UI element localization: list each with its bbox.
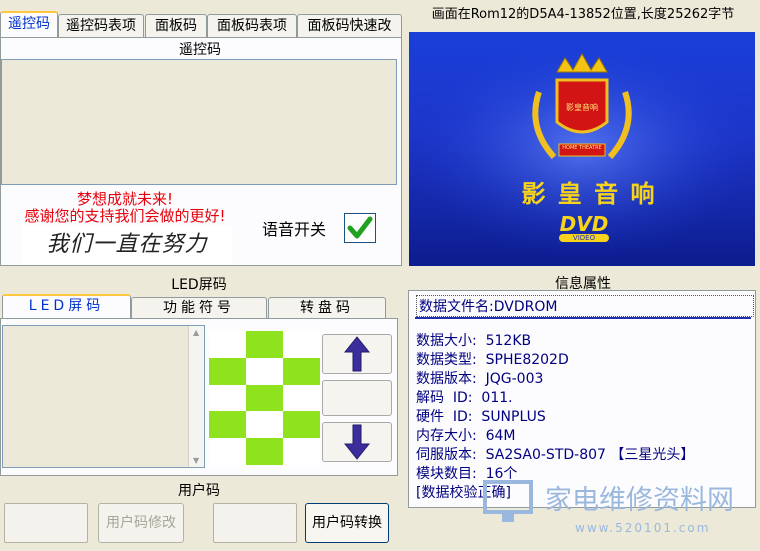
led-code-list[interactable] <box>2 325 205 468</box>
info-row: 数据版本: JQG-003 <box>416 371 544 387</box>
dvd-logo: DVD <box>559 212 609 236</box>
voice-switch-checkbox[interactable] <box>344 213 376 243</box>
checkmark-icon <box>347 216 373 239</box>
signature-image: 我们一直在努力 <box>22 226 232 264</box>
info-row: 数据类型: SPHE8202D <box>416 352 569 368</box>
monitor-watermark-icon <box>483 480 533 522</box>
led-list-scrollbar[interactable]: ▲ ▼ <box>188 326 204 467</box>
scroll-down-icon[interactable]: ▼ <box>193 456 199 465</box>
brand-name: 影 皇 音 响 <box>521 180 657 208</box>
user-group-title: 用户码 <box>178 483 220 499</box>
down-arrow-icon <box>344 424 370 460</box>
user-code-convert-button[interactable]: 用户码转换 <box>305 503 389 543</box>
led-segment-cell[interactable] <box>209 411 246 439</box>
user-code-new-input[interactable] <box>213 503 297 543</box>
remote-group-title: 遥控码 <box>179 42 221 58</box>
led-segment-cell[interactable] <box>209 438 246 465</box>
led-segment-grid[interactable] <box>209 331 320 465</box>
led-segment-cell[interactable] <box>246 331 283 358</box>
remote-code-area[interactable] <box>1 59 397 185</box>
user-code-modify-button[interactable]: 用户码修改 <box>98 503 184 543</box>
led-segment-cell[interactable] <box>246 411 283 439</box>
info-row: 硬件 ID: SUNPLUS <box>416 409 546 425</box>
info-row: 数据大小: 512KB <box>416 333 532 349</box>
tab-remote-table[interactable]: 遥控码表项 <box>58 14 144 39</box>
data-file-name: 数据文件名:DVDROM <box>416 295 754 317</box>
badge-text: 影皇音响 <box>566 103 598 112</box>
user-code-input[interactable] <box>4 503 88 543</box>
led-segment-cell[interactable] <box>209 331 246 358</box>
move-down-button[interactable] <box>322 422 392 462</box>
info-row: 解码 ID: 011. <box>416 390 513 406</box>
scroll-up-icon[interactable]: ▲ <box>193 328 199 337</box>
led-segment-cell[interactable] <box>283 357 320 385</box>
led-group-title: LED屏码 <box>171 277 227 293</box>
up-arrow-icon <box>344 336 370 372</box>
led-segment-cell[interactable] <box>246 438 283 465</box>
led-tab-function-symbol[interactable]: 功能符号 <box>131 297 267 320</box>
boot-logo-image: 影皇音响 HOME THEATRE 影 皇 音 响 DVD VIDEO <box>409 32 755 266</box>
info-row: 内存大小: 64M <box>416 428 516 444</box>
info-divider <box>415 317 751 319</box>
led-segment-cell[interactable] <box>283 331 320 358</box>
led-segment-cell[interactable] <box>283 438 320 465</box>
watermark-text: 家电维修资料网 <box>545 485 734 516</box>
voice-switch-label: 语音开关 <box>262 220 327 239</box>
led-segment-cell[interactable] <box>283 411 320 439</box>
motto-line-2: 感谢您的支持我们会做的更好! <box>24 207 226 225</box>
led-segment-cell[interactable] <box>209 384 246 412</box>
motto-line-1: 梦想成就未来! <box>76 190 173 208</box>
banner-position-header: 画面在Rom12的D5A4-13852位置,长度25262字节 <box>431 7 735 22</box>
led-segment-cell[interactable] <box>283 384 320 412</box>
led-tab-dial-code[interactable]: 转盘码 <box>268 297 386 320</box>
tab-panel-table[interactable]: 面板码表项 <box>207 14 297 39</box>
led-segment-cell[interactable] <box>246 357 283 385</box>
tab-panel-quick-edit[interactable]: 面板码快速改 <box>297 14 402 39</box>
video-logo: VIDEO <box>559 234 609 242</box>
watermark-url: www.520101.com <box>575 521 711 535</box>
info-row: 伺服版本: SA2SA0-STD-807 【三星光头】 <box>416 447 695 463</box>
led-segment-cell[interactable] <box>209 357 246 385</box>
led-segment-cell[interactable] <box>246 384 283 412</box>
ribbon-text: HOME THEATRE <box>562 145 602 151</box>
move-up-button[interactable] <box>322 334 392 374</box>
info-panel: 数据文件名:DVDROM 数据大小: 512KB 数据类型: SPHE8202D 数… <box>408 290 756 508</box>
middle-button[interactable] <box>322 380 392 416</box>
tab-panel-code[interactable]: 面板码 <box>145 14 207 39</box>
